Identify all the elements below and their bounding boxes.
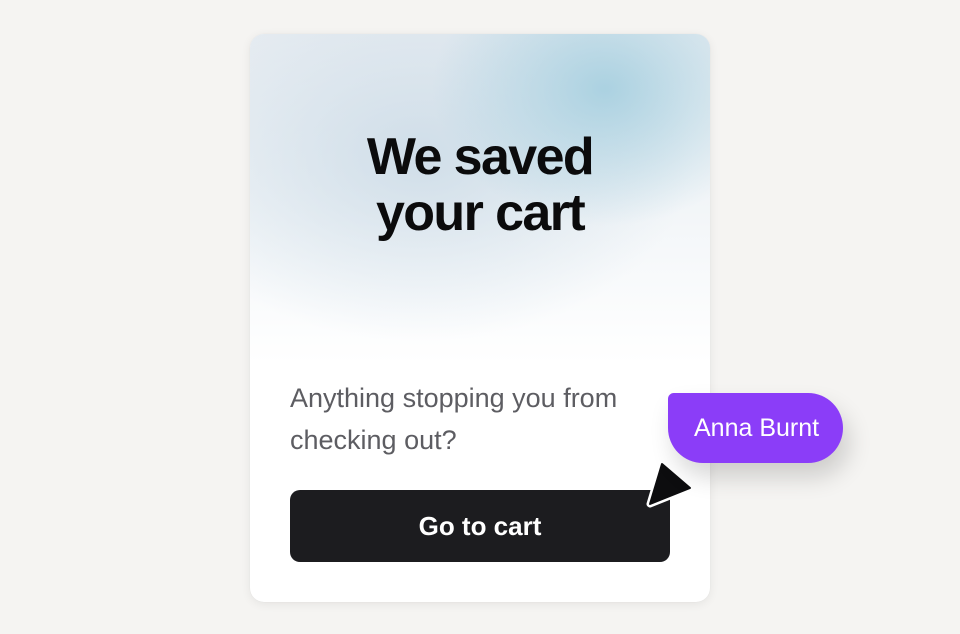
- card-headline: We saved your cart: [250, 129, 710, 241]
- card-body-text: Anything stopping you from checking out?: [290, 383, 618, 455]
- collaborator-name-tag: Anna Burnt: [668, 393, 844, 463]
- pointer-cursor-icon: [646, 460, 694, 508]
- go-to-cart-button[interactable]: Go to cart: [290, 490, 670, 562]
- canvas: We saved your cart Anything stopping you…: [0, 0, 960, 634]
- headline-line-2: your cart: [375, 184, 586, 242]
- saved-cart-card: We saved your cart Anything stopping you…: [250, 34, 710, 602]
- headline-line-1: We saved: [366, 128, 595, 186]
